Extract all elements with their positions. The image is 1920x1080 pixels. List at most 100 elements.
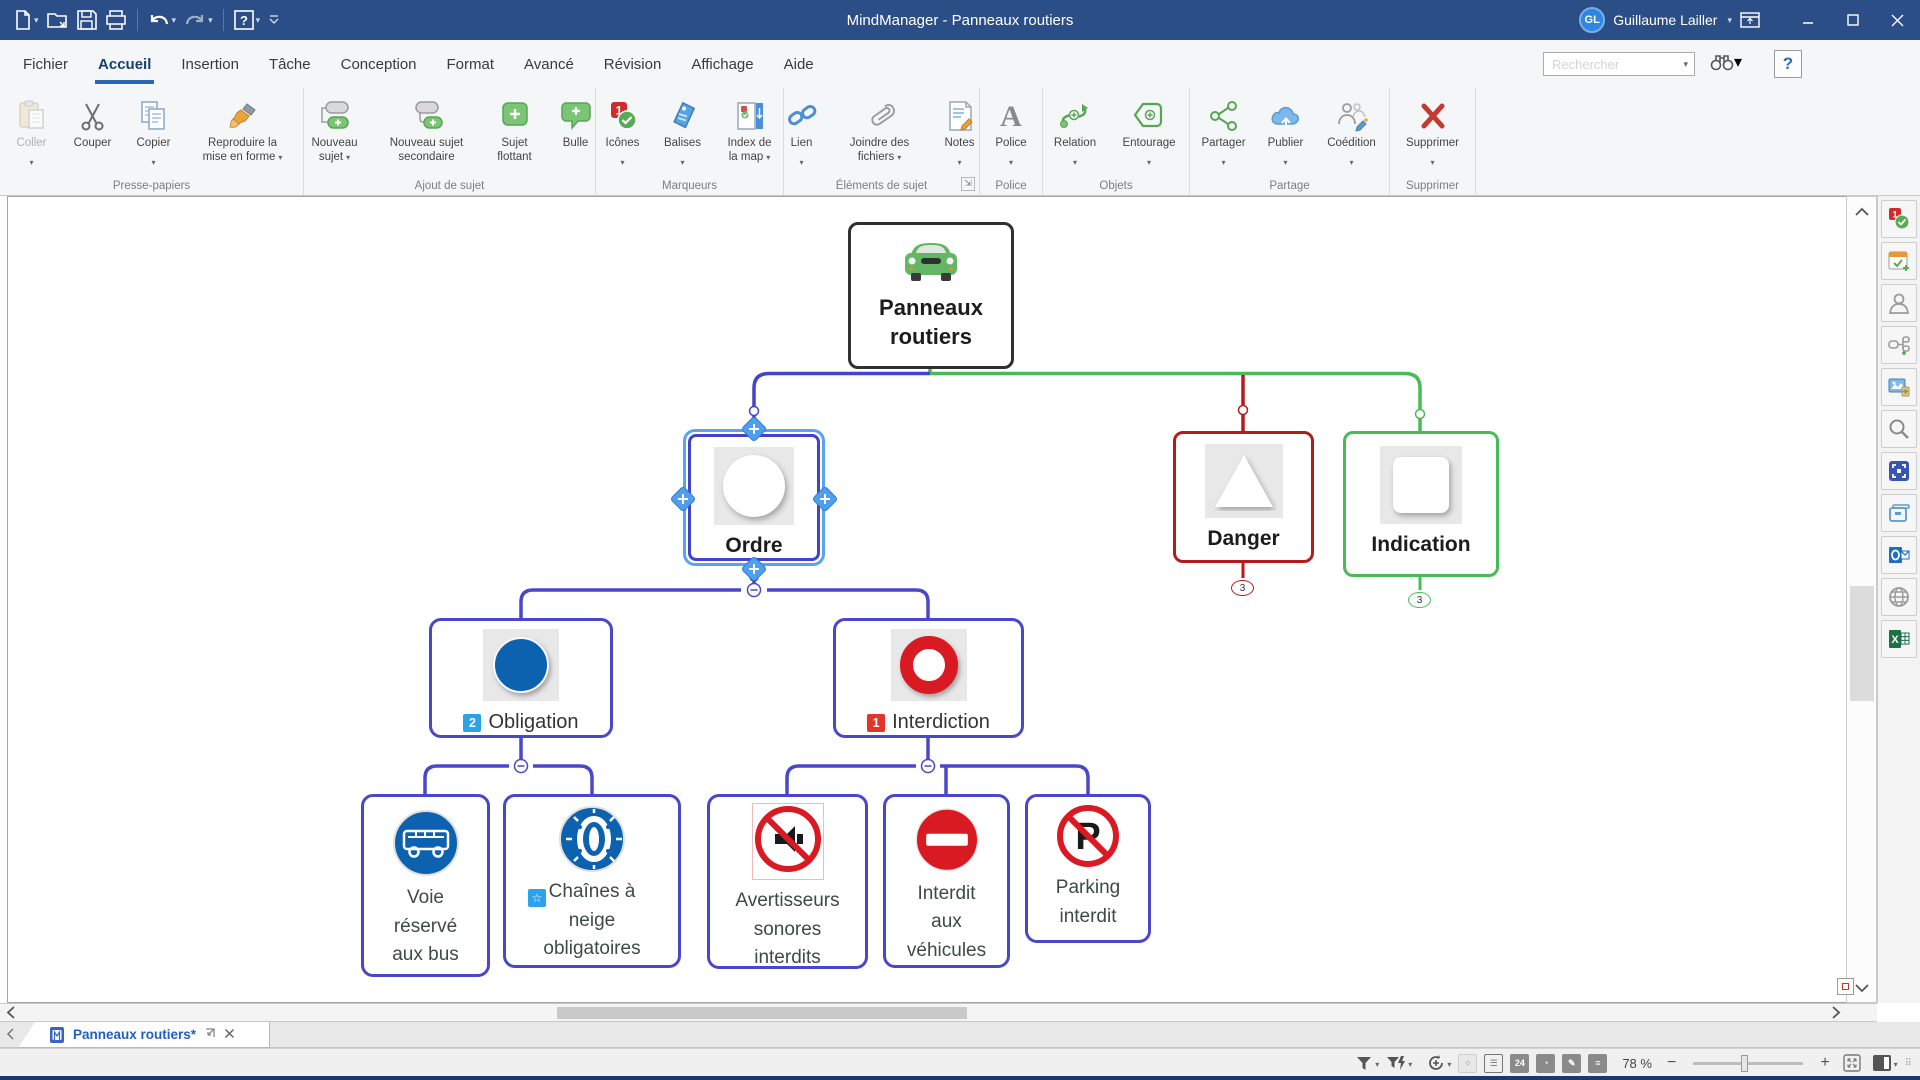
couper-button[interactable]: Couper: [64, 94, 122, 164]
lien-dropdown-icon[interactable]: [799, 152, 803, 169]
topic-avertisseurs-sonores[interactable]: Avertisseurssonoresinterdits: [707, 794, 868, 969]
sidebar-tab-fit-map[interactable]: [1881, 452, 1917, 490]
dialog-launcher-icon[interactable]: ⇲: [961, 177, 975, 191]
priority-1-badge[interactable]: 1: [867, 714, 885, 732]
index-map-button[interactable]: Index dela map: [715, 94, 785, 164]
tab-tache[interactable]: Tâche: [254, 40, 326, 88]
notes-button[interactable]: Notes: [934, 94, 986, 164]
coedition-dropdown-icon[interactable]: [1349, 152, 1353, 169]
redo-arrow-icon[interactable]: ▾: [208, 15, 213, 26]
tab-conception[interactable]: Conception: [326, 40, 432, 88]
filter-button[interactable]: [1355, 1054, 1379, 1072]
open-button[interactable]: [43, 5, 73, 35]
find-arrow-icon[interactable]: ▾: [1734, 52, 1742, 72]
zoom-out-button[interactable]: −: [1667, 1054, 1676, 1072]
coedition-button[interactable]: Coédition: [1318, 94, 1386, 162]
zoom-slider[interactable]: [1693, 1062, 1803, 1065]
document-tab[interactable]: Panneaux routiers*: [18, 1022, 270, 1048]
copier-button[interactable]: Copier: [126, 94, 182, 164]
scroll-up-icon[interactable]: [1847, 203, 1876, 221]
entourage-button[interactable]: Entourage: [1110, 94, 1188, 162]
topic-obligation[interactable]: 2 Obligation: [429, 618, 613, 738]
sidebar-tab-image-add[interactable]: [1881, 368, 1917, 406]
relation-dropdown-icon[interactable]: [1073, 152, 1077, 169]
quick-filter-button[interactable]: [1386, 1054, 1412, 1072]
index-map-dropdown-icon[interactable]: [766, 151, 770, 163]
relation-button[interactable]: Relation: [1044, 94, 1106, 162]
maximize-button[interactable]: [1830, 0, 1875, 40]
help-arrow-icon[interactable]: ▾: [256, 15, 261, 26]
topic-ordre[interactable]: Ordre: [688, 434, 820, 561]
horizontal-scrollbar-thumb[interactable]: [557, 1007, 967, 1019]
nouveau-sujet-dropdown-icon[interactable]: [346, 151, 350, 163]
document-expand-icon[interactable]: [204, 1027, 216, 1042]
nouveau-sujet-secondaire-button[interactable]: Nouveau sujetsecondaire: [375, 94, 479, 164]
close-button[interactable]: [1875, 0, 1920, 40]
print-button[interactable]: [101, 5, 131, 35]
tab-revision[interactable]: Révision: [589, 40, 677, 88]
task-pane-button[interactable]: [1872, 1054, 1898, 1072]
doc-tab-scroll-left-icon[interactable]: [6, 1028, 14, 1043]
user-account[interactable]: GL Guillaume Lailler ▾: [1579, 0, 1760, 40]
sidebar-tab-excel[interactable]: X: [1881, 620, 1917, 658]
scroll-right-icon[interactable]: [1832, 1006, 1841, 1022]
toggle-grid-button[interactable]: ⁘: [1458, 1054, 1477, 1073]
icones-button[interactable]: 1 Icônes: [595, 94, 651, 164]
sidebar-tab-outlook[interactable]: [1881, 536, 1917, 574]
bulle-button[interactable]: Bulle: [551, 94, 601, 164]
scroll-left-icon[interactable]: [6, 1006, 15, 1022]
police-dropdown-icon[interactable]: [1009, 152, 1013, 169]
sidebar-tab-search[interactable]: [1881, 410, 1917, 448]
balises-button[interactable]: Balises: [655, 94, 711, 164]
entourage-dropdown-icon[interactable]: [1147, 152, 1151, 169]
joindre-fichiers-button[interactable]: Joindre desfichiers: [830, 94, 930, 164]
refresh-button[interactable]: [1427, 1054, 1451, 1072]
coller-button[interactable]: Coller: [4, 94, 60, 164]
new-document-button[interactable]: ▾: [10, 5, 43, 35]
coller-dropdown-icon[interactable]: [29, 152, 33, 169]
indication-collapse-count[interactable]: 3: [1408, 592, 1431, 608]
tab-format[interactable]: Format: [432, 40, 510, 88]
partager-button[interactable]: Partager: [1194, 94, 1254, 162]
undo-arrow-icon[interactable]: ▾: [172, 15, 177, 26]
topic-danger[interactable]: Danger: [1173, 431, 1314, 563]
nouveau-sujet-button[interactable]: Nouveausujet: [299, 94, 371, 164]
sidebar-tab-marker-icons[interactable]: 1: [1881, 200, 1917, 238]
sujet-flottant-button[interactable]: Sujetflottant: [483, 94, 547, 164]
fit-window-button[interactable]: [1843, 1054, 1861, 1072]
supprimer-dropdown-icon[interactable]: [1430, 152, 1434, 169]
toggle-calendar-button[interactable]: 24: [1510, 1054, 1529, 1073]
sidebar-tab-calendar[interactable]: [1881, 242, 1917, 280]
police-button[interactable]: A Police: [983, 94, 1039, 162]
vertical-scrollbar-thumb[interactable]: [1850, 586, 1874, 701]
horizontal-scrollbar[interactable]: [0, 1003, 1877, 1022]
vertical-scrollbar[interactable]: [1846, 196, 1877, 1003]
minimize-button[interactable]: [1785, 0, 1830, 40]
sidebar-tab-topic-plus[interactable]: [1881, 326, 1917, 364]
tab-accueil[interactable]: Accueil: [83, 40, 166, 88]
icones-dropdown-icon[interactable]: [620, 152, 624, 169]
search-dropdown-arrow-icon[interactable]: ▾: [1683, 59, 1694, 70]
tab-insertion[interactable]: Insertion: [166, 40, 254, 88]
copier-dropdown-icon[interactable]: [151, 152, 155, 169]
topic-chaines-a-neige[interactable]: ☆ Chaînes àneigeobligatoires: [503, 794, 681, 968]
fit-map-button[interactable]: [1837, 978, 1854, 995]
danger-collapse-count[interactable]: 3: [1231, 580, 1254, 596]
zoom-slider-thumb[interactable]: [1741, 1055, 1748, 1072]
reproduire-dropdown-icon[interactable]: [278, 151, 282, 163]
customize-qat-button[interactable]: [264, 5, 284, 35]
zoom-in-button[interactable]: +: [1820, 1054, 1829, 1072]
sidebar-tab-person[interactable]: [1881, 284, 1917, 322]
search-input[interactable]: Rechercher ▾: [1543, 52, 1695, 76]
topic-parking-interdit[interactable]: P Parkinginterdit: [1025, 794, 1151, 943]
topic-indication[interactable]: Indication: [1343, 431, 1499, 577]
document-close-icon[interactable]: [224, 1028, 235, 1042]
help-button[interactable]: ?: [1774, 50, 1802, 78]
sidebar-tab-globe[interactable]: [1881, 578, 1917, 616]
publier-dropdown-icon[interactable]: [1283, 152, 1287, 169]
topic-voie-reservee-aux-bus[interactable]: Voieréservéaux bus: [361, 794, 490, 977]
tab-affichage[interactable]: Affichage: [676, 40, 768, 88]
user-avatar[interactable]: GL: [1579, 7, 1605, 33]
toggle-outline-button[interactable]: ☰: [1484, 1054, 1503, 1073]
save-button[interactable]: [73, 5, 101, 35]
